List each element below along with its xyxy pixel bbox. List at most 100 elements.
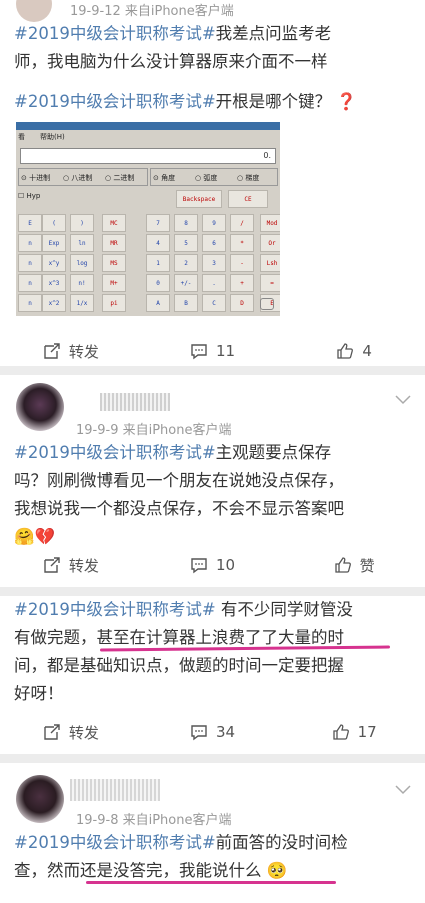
- calc-key[interactable]: 5: [174, 234, 198, 252]
- like-button[interactable]: 赞: [283, 555, 425, 576]
- calc-key[interactable]: 0: [146, 274, 170, 292]
- highlight-underline: [86, 881, 336, 884]
- action-bar: 转发 34 17: [0, 710, 425, 754]
- post-text: #2019中级会计职称考试#开根是哪个键？ ❓: [0, 88, 425, 116]
- avatar[interactable]: [16, 775, 64, 823]
- angle-degree[interactable]: ⊙ 角度: [153, 173, 175, 183]
- text-fragment: 主观题要点保存: [215, 443, 332, 462]
- hyp-checkbox[interactable]: ☐ Hyp: [18, 192, 40, 200]
- calc-key[interactable]: x^2: [42, 294, 66, 312]
- avatar[interactable]: [16, 383, 64, 431]
- topic-link[interactable]: #2019中级会计职称考试#: [14, 443, 216, 462]
- thumbs-up-icon: [332, 724, 349, 740]
- text-fragment: 我差点问监考老: [215, 24, 332, 43]
- text-fragment: 有做完题，甚至在计算器上浪费了了大量的时: [14, 628, 344, 647]
- calc-key[interactable]: A: [146, 294, 170, 312]
- calc-key[interactable]: ln: [70, 234, 94, 252]
- topic-link[interactable]: #2019中级会计职称考试#: [14, 24, 216, 43]
- ce-key[interactable]: CE: [228, 190, 268, 208]
- chevron-down-icon[interactable]: [395, 395, 411, 405]
- calc-key[interactable]: +: [230, 274, 254, 292]
- calc-key[interactable]: n: [18, 254, 42, 272]
- calc-key[interactable]: *: [230, 234, 254, 252]
- calc-key[interactable]: x^y: [42, 254, 66, 272]
- comment-button[interactable]: 34: [142, 723, 284, 741]
- repost-icon: [44, 724, 60, 740]
- calc-key[interactable]: E: [18, 214, 42, 232]
- calculator-screenshot[interactable]: 看 帮助(H) 0. ⊙ 十进制 ○ 八进制 ○ 二进制 ⊙ 角度 ○ 弧度 ○…: [16, 122, 280, 316]
- calc-key[interactable]: n!: [70, 274, 94, 292]
- calc-key[interactable]: /: [230, 214, 254, 232]
- post-1: 19-9-12 来自iPhone客户端 #2019中级会计职称考试#我差点问监考…: [0, 0, 425, 366]
- post-3: #2019中级会计职称考试# 有不少同学财管没 有做完题，甚至在计算器上浪费了了…: [0, 596, 425, 754]
- calc-key[interactable]: x^3: [42, 274, 66, 292]
- calc-key[interactable]: M+: [102, 274, 126, 292]
- repost-button[interactable]: 转发: [0, 722, 142, 743]
- calc-key[interactable]: =: [260, 274, 280, 292]
- calc-key[interactable]: ): [70, 214, 94, 232]
- like-label: 赞: [359, 556, 375, 575]
- calc-key[interactable]: n: [18, 234, 42, 252]
- post-meta: 19-9-9 来自iPhone客户端: [76, 423, 232, 438]
- question-emoji: ❓: [336, 92, 357, 111]
- calc-key[interactable]: 9: [202, 214, 226, 232]
- calc-key[interactable]: n: [18, 274, 42, 292]
- calc-key[interactable]: MS: [102, 254, 126, 272]
- calc-key[interactable]: C: [202, 294, 226, 312]
- calc-key[interactable]: +/-: [174, 274, 198, 292]
- text-fragment: 我想说我一个都没点保存，不会不显示答案吧: [14, 499, 344, 518]
- angle-radian[interactable]: ○ 弧度: [195, 173, 217, 183]
- text-fragment: 前面答的没时间检: [215, 833, 348, 852]
- chevron-down-icon[interactable]: [395, 785, 411, 795]
- angle-group: ⊙ 角度 ○ 弧度 ○ 梯度: [150, 168, 278, 186]
- calc-key[interactable]: MC: [102, 214, 126, 232]
- calc-key[interactable]: 6: [202, 234, 226, 252]
- text-fragment: 查，然而还是没答完，我能说什么: [14, 861, 262, 880]
- avatar[interactable]: [16, 0, 52, 22]
- post-meta: 19-9-12 来自iPhone客户端: [70, 4, 234, 19]
- calc-key[interactable]: 1: [146, 254, 170, 272]
- backspace-key[interactable]: Backspace: [176, 190, 222, 208]
- calc-key[interactable]: (: [42, 214, 66, 232]
- calc-key[interactable]: MR: [102, 234, 126, 252]
- calc-key[interactable]: Or: [260, 234, 280, 252]
- text-fragment: 开根是哪个键？: [215, 92, 332, 111]
- calc-key[interactable]: 8: [174, 214, 198, 232]
- repost-icon: [44, 557, 60, 573]
- calc-key[interactable]: n: [18, 294, 42, 312]
- calc-key[interactable]: 3: [202, 254, 226, 272]
- post-text: #2019中级会计职称考试#主观题要点保存 吗？刚刷微博看见一个朋友在说她没点保…: [0, 439, 425, 551]
- calc-key[interactable]: Mod: [260, 214, 280, 232]
- topic-link[interactable]: #2019中级会计职称考试#: [14, 600, 216, 619]
- title-bar: [16, 122, 280, 130]
- comment-count: 10: [215, 556, 236, 574]
- like-button[interactable]: 4: [283, 342, 425, 360]
- calc-key[interactable]: pi: [102, 294, 126, 312]
- repost-button[interactable]: 转发: [0, 341, 142, 362]
- like-button[interactable]: 17: [283, 723, 425, 741]
- topic-link[interactable]: #2019中级会计职称考试#: [14, 92, 216, 111]
- calc-key[interactable]: .: [202, 274, 226, 292]
- calc-key[interactable]: Exp: [42, 234, 66, 252]
- menu-bar: 看 帮助(H): [16, 130, 280, 144]
- repost-button[interactable]: 转发: [0, 555, 142, 576]
- radix-binary[interactable]: ○ 二进制: [105, 173, 134, 183]
- calc-key[interactable]: log: [70, 254, 94, 272]
- angle-gradient[interactable]: ○ 梯度: [237, 173, 259, 183]
- radix-decimal[interactable]: ⊙ 十进制: [21, 173, 50, 183]
- calc-key[interactable]: B: [174, 294, 198, 312]
- calc-key[interactable]: D: [230, 294, 254, 312]
- calc-key[interactable]: Lsh: [260, 254, 280, 272]
- topic-link[interactable]: #2019中级会计职称考试#: [14, 833, 216, 852]
- calc-key[interactable]: 2: [174, 254, 198, 272]
- calc-key[interactable]: 1/x: [70, 294, 94, 312]
- calc-key[interactable]: 7: [146, 214, 170, 232]
- calc-key[interactable]: 4: [146, 234, 170, 252]
- calc-key[interactable]: -: [230, 254, 254, 272]
- radix-octal[interactable]: ○ 八进制: [63, 173, 92, 183]
- post-text: #2019中级会计职称考试# 有不少同学财管没 有做完题，甚至在计算器上浪费了了…: [0, 596, 425, 708]
- repost-label: 转发: [68, 342, 99, 361]
- comment-button[interactable]: 10: [142, 556, 284, 574]
- repost-label: 转发: [68, 723, 99, 742]
- comment-button[interactable]: 11: [142, 342, 284, 360]
